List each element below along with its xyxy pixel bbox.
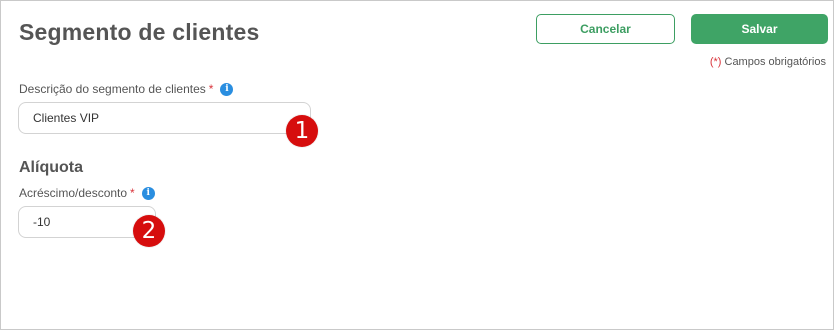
description-label: Descrição do segmento de clientes * i: [19, 82, 234, 96]
page-frame: Segmento de clientes Cancelar Salvar (*)…: [0, 0, 834, 330]
save-button[interactable]: Salvar: [691, 14, 828, 44]
adjustment-label-text: Acréscimo/desconto: [19, 186, 128, 200]
adjustment-input[interactable]: [33, 215, 141, 229]
description-label-text: Descrição do segmento de clientes: [19, 82, 206, 96]
required-asterisk: *: [208, 82, 214, 96]
description-field[interactable]: [18, 102, 311, 134]
info-icon[interactable]: i: [220, 82, 234, 96]
section-title-aliquota: Alíquota: [19, 159, 83, 176]
cancel-button[interactable]: Cancelar: [536, 14, 675, 44]
required-mark: (*): [709, 56, 722, 68]
annotation-badge-2: 2: [133, 215, 165, 247]
description-input[interactable]: [33, 111, 296, 125]
info-icon[interactable]: i: [141, 186, 155, 200]
required-note-text: Campos obrigatórios: [721, 56, 826, 68]
required-fields-note: (*) Campos obrigatórios: [710, 56, 826, 68]
required-asterisk: *: [130, 186, 135, 200]
adjustment-label: Acréscimo/desconto * i: [19, 186, 155, 200]
annotation-badge-1: 1: [286, 115, 318, 147]
page-title: Segmento de clientes: [19, 19, 260, 45]
